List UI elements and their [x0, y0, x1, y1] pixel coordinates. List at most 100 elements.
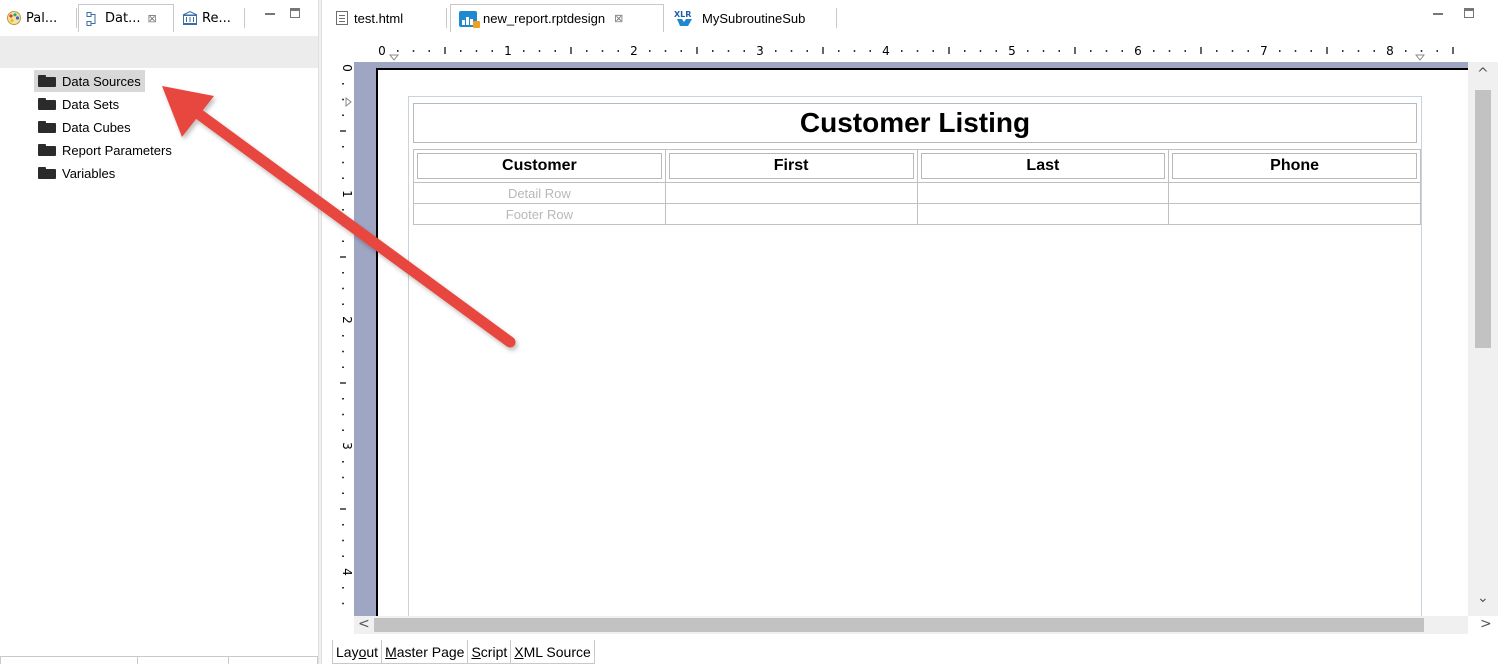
minimize-editor-button[interactable]	[1430, 6, 1446, 22]
ruler-label: 7	[1260, 44, 1268, 58]
maximize-view-button[interactable]	[288, 6, 304, 22]
tree-item-data-sources[interactable]: Data Sources	[34, 70, 145, 92]
right-margin-marker[interactable]	[1414, 54, 1426, 61]
tab-separator	[836, 8, 837, 28]
footer-cell[interactable]	[1168, 203, 1421, 225]
report-title-label[interactable]: Customer Listing	[413, 103, 1417, 143]
header-cell[interactable]: Phone	[1168, 149, 1421, 183]
tab-new-report[interactable]: new_report.rptdesign ⊠	[450, 4, 664, 32]
ruler-tick	[586, 50, 588, 52]
ruler-tick	[822, 47, 824, 54]
ruler-tick	[743, 50, 745, 52]
tab-data-explorer[interactable]: Dat... ⊠	[78, 4, 174, 32]
scroll-right-icon[interactable]: >	[1480, 616, 1492, 632]
vertical-scrollbar[interactable]: ^ ⌄	[1468, 62, 1498, 616]
folder-icon	[38, 144, 56, 156]
close-icon[interactable]: ⊠	[614, 12, 623, 25]
palette-icon	[7, 11, 21, 25]
tab-xml-source-mnemonic: X	[514, 643, 524, 660]
tab-palette[interactable]: Pal...	[0, 4, 63, 32]
tree-item-report-parameters[interactable]: Report Parameters	[34, 139, 176, 161]
tree-item-label: Data Sets	[62, 96, 120, 112]
ruler-tick	[1294, 50, 1297, 52]
left-view-tabbar: Pal... Dat... ⊠ Re...	[0, 0, 318, 36]
report-table[interactable]: Customer First Last Phone Detail Row Foo…	[413, 149, 1421, 225]
detail-cell[interactable]	[916, 182, 1170, 204]
horizontal-scrollbar[interactable]: < >	[354, 616, 1492, 634]
minimize-icon	[1433, 13, 1443, 15]
table-header-row: Customer First Last Phone	[413, 149, 1421, 183]
ruler-tick	[1105, 50, 1108, 52]
tab-resource-explorer-label: Re...	[202, 10, 231, 26]
bottom-tab[interactable]	[228, 656, 318, 664]
horizontal-scroll-thumb[interactable]	[374, 618, 1424, 632]
editor-tabbar: test.html new_report.rptdesign ⊠ XLR MyS…	[322, 0, 1499, 36]
tab-xml-source[interactable]: X ML Source	[510, 640, 595, 664]
tab-resource-explorer[interactable]: Re...	[176, 4, 237, 32]
tree-item-data-cubes[interactable]: Data Cubes	[34, 116, 135, 138]
header-cell[interactable]: Last	[916, 149, 1170, 183]
detail-row-label: Detail Row	[507, 185, 571, 201]
ruler-tick	[1436, 50, 1438, 52]
tab-layout-label: Lay	[336, 643, 359, 660]
ruler-tick	[342, 587, 344, 589]
tab-layout[interactable]: Lay o ut	[332, 640, 383, 664]
ruler-tick	[1090, 50, 1092, 52]
tab-master-page[interactable]: Master Page	[381, 640, 469, 664]
ruler-tick	[397, 50, 399, 52]
ruler-tick	[1153, 50, 1155, 52]
ruler-label: 1	[340, 190, 354, 198]
tab-test-html[interactable]: test.html	[328, 4, 411, 32]
ruler-label: 4	[340, 568, 354, 576]
column-header-phone[interactable]: Phone	[1172, 153, 1417, 179]
bottom-tab[interactable]	[137, 656, 229, 664]
header-cell[interactable]: First	[664, 149, 918, 183]
ruler-tick	[342, 539, 344, 542]
footer-cell[interactable]	[916, 203, 1170, 225]
maximize-icon	[1464, 8, 1474, 18]
close-icon[interactable]: ⊠	[147, 12, 156, 25]
column-header-last[interactable]: Last	[920, 153, 1166, 179]
top-margin-marker[interactable]	[345, 96, 352, 108]
detail-cell[interactable]	[664, 182, 918, 204]
bottom-tab[interactable]	[0, 656, 138, 664]
ruler-tick	[342, 398, 344, 400]
ruler-tick	[342, 83, 344, 85]
ruler-tick	[1310, 50, 1312, 52]
ruler-tick	[1452, 47, 1454, 54]
ruler-tick	[523, 50, 525, 52]
ruler-tick	[727, 50, 730, 52]
ruler-tick	[342, 524, 344, 526]
horizontal-ruler: 0 1 2 3 4 5 6 7 8	[332, 41, 1467, 61]
footer-cell[interactable]	[664, 203, 918, 225]
tab-script[interactable]: Script	[467, 640, 512, 664]
ruler-tick	[664, 50, 667, 52]
maximize-editor-button[interactable]	[1462, 6, 1478, 22]
table-detail-row: Detail Row	[413, 182, 1421, 204]
tree-item-variables[interactable]: Variables	[34, 162, 119, 184]
vertical-scroll-thumb[interactable]	[1475, 90, 1491, 348]
tab-mysubroutinesub[interactable]: XLR MySubroutineSub	[666, 4, 813, 32]
tree-item-label: Data Sources	[62, 73, 141, 89]
report-page: Customer Listing Customer First Last Pho…	[376, 68, 1476, 616]
scroll-up-icon[interactable]: ^	[1477, 66, 1489, 82]
scroll-down-icon[interactable]: ⌄	[1477, 590, 1489, 606]
folder-icon	[38, 121, 56, 133]
footer-cell[interactable]: Footer Row	[413, 203, 666, 225]
minimize-view-button[interactable]	[262, 6, 278, 22]
ruler-tick	[1231, 50, 1234, 52]
column-header-first[interactable]: First	[668, 153, 914, 179]
ruler-tick	[342, 476, 344, 479]
header-cell[interactable]: Customer	[413, 149, 666, 183]
detail-cell[interactable]: Detail Row	[413, 182, 666, 204]
left-margin-marker[interactable]	[388, 54, 400, 61]
minimize-icon	[265, 13, 275, 15]
column-header-customer[interactable]: Customer	[417, 153, 662, 179]
ruler-tick	[680, 50, 682, 52]
scroll-left-icon[interactable]: <	[358, 616, 370, 632]
detail-cell[interactable]	[1168, 182, 1421, 204]
svg-text:XLR: XLR	[674, 10, 691, 19]
tree-item-data-sets[interactable]: Data Sets	[34, 93, 123, 115]
bottom-view-tabs	[0, 656, 318, 664]
ruler-tick	[342, 272, 344, 274]
